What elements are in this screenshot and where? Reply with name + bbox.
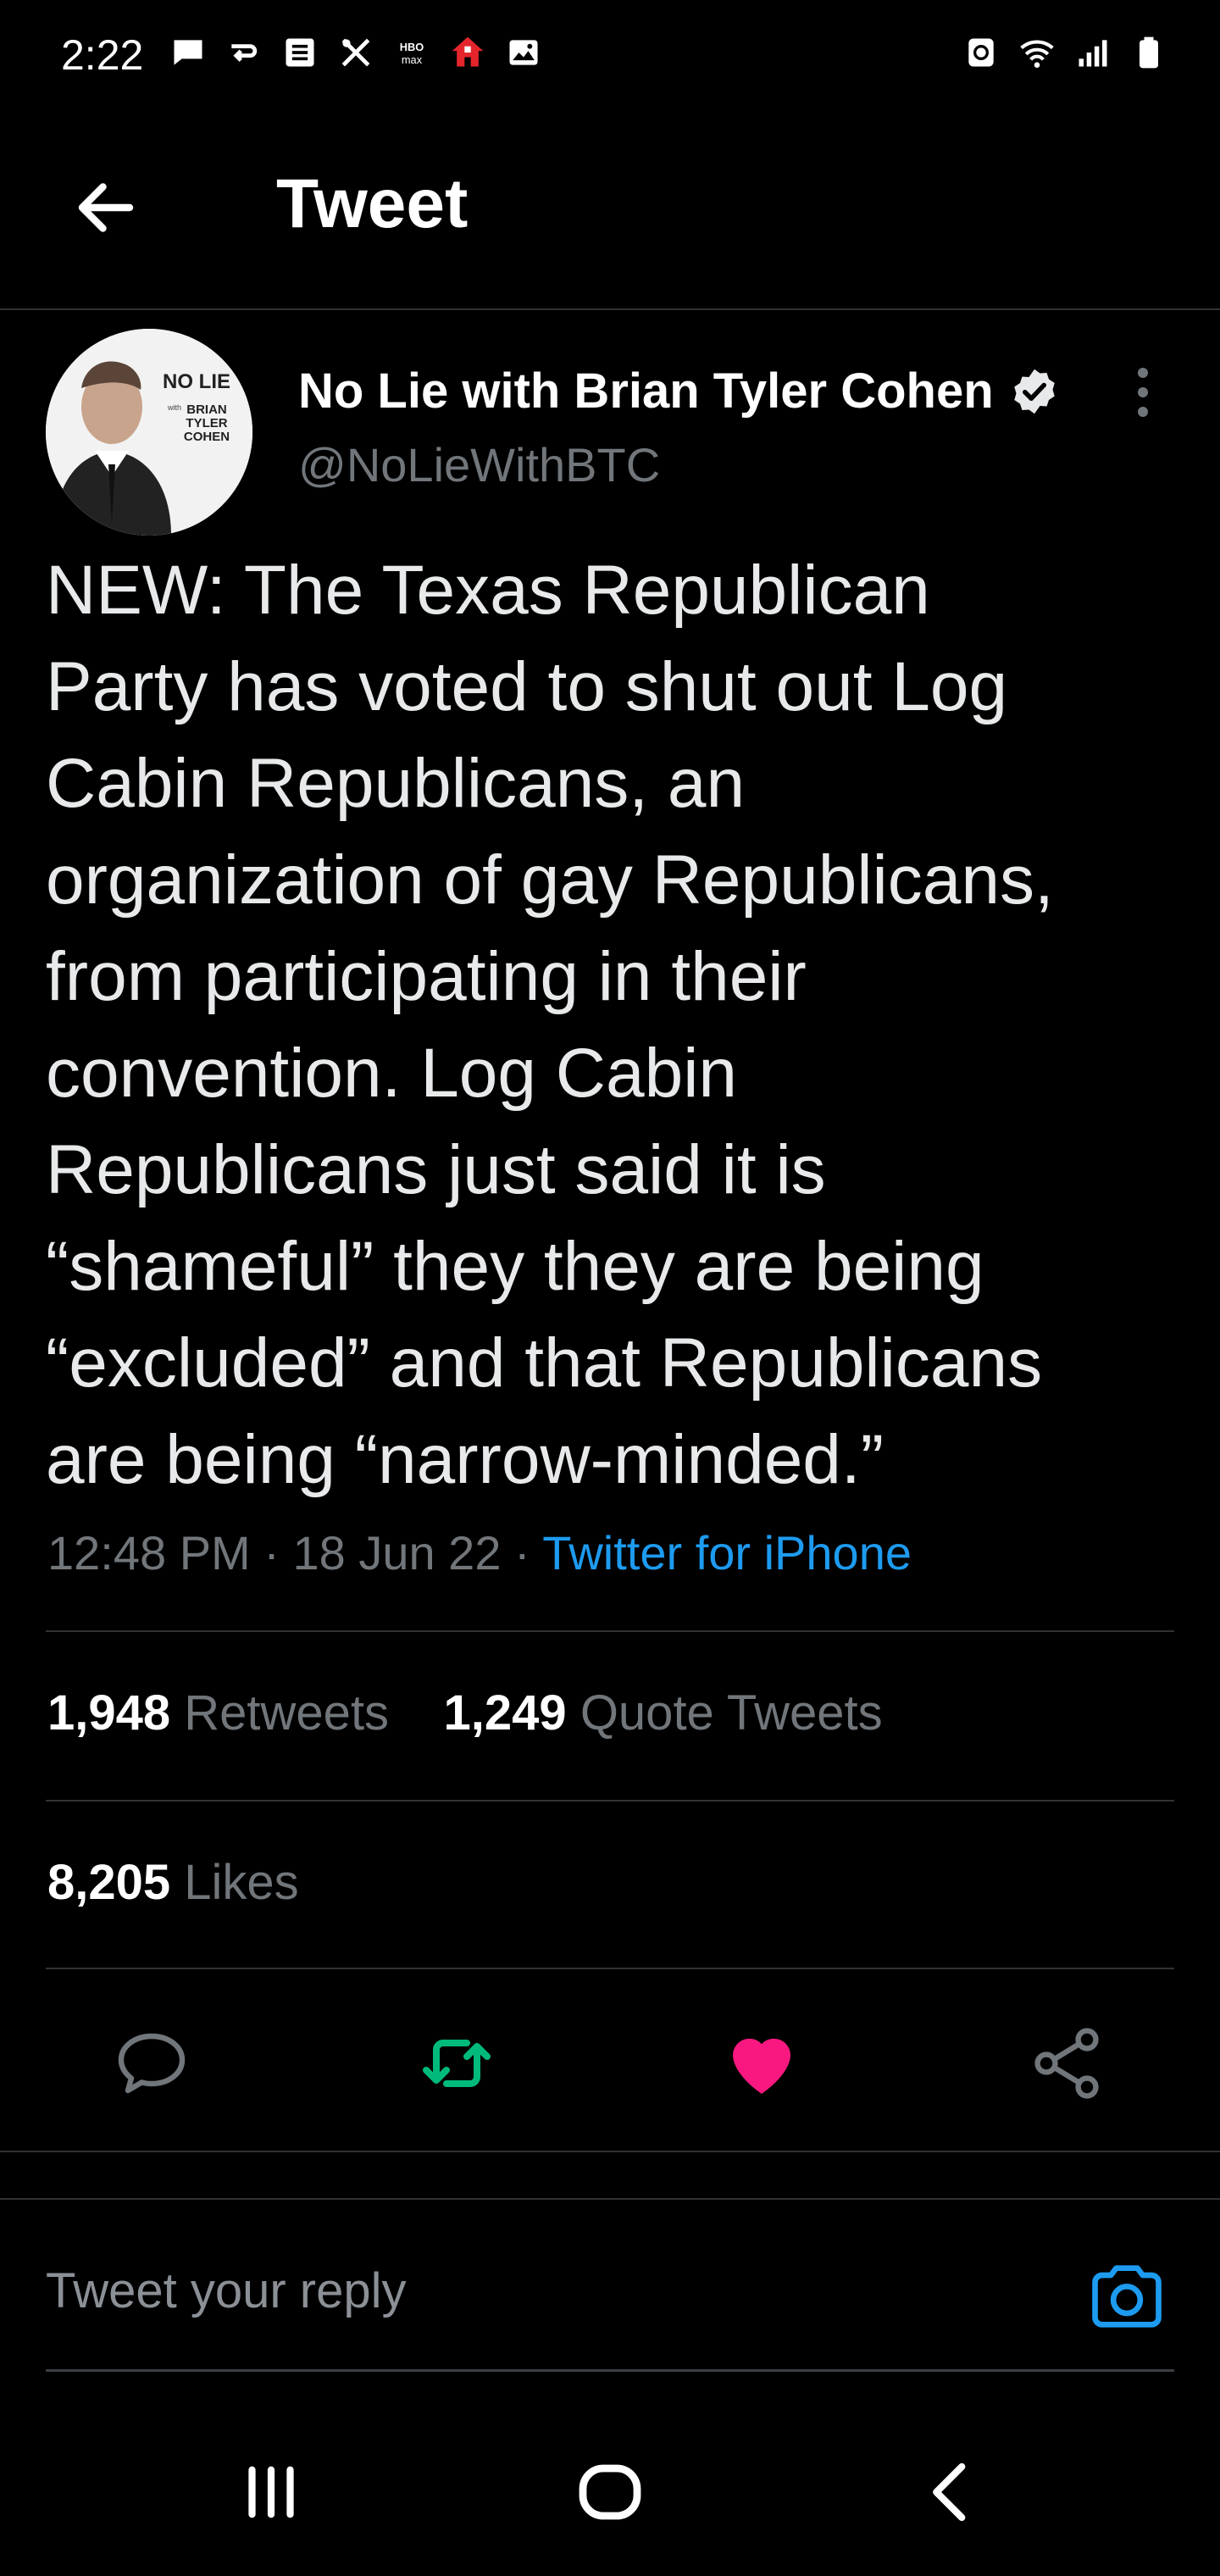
likes-count: 8,205 [47,1855,171,1910]
tweet-meta: 12:48 PM · 18 Jun 22 · Twitter for iPhon… [47,1525,912,1580]
message-icon [169,34,207,71]
stats-divider [46,1800,1174,1802]
retweet-icon [423,2040,491,2087]
top-app-bar: Tweet [0,119,1220,310]
more-dot [1138,368,1148,378]
svg-text:BRIAN: BRIAN [186,402,227,417]
home-icon [449,34,486,71]
likes-divider [46,1968,1174,1969]
home-button-icon[interactable] [559,2446,661,2539]
more-dot [1138,407,1148,417]
reply-button[interactable] [105,2017,198,2110]
tweet-source-link[interactable]: Twitter for iPhone [542,1526,912,1579]
quote-tweets-label: Quote Tweets [580,1685,883,1740]
retweet-button[interactable] [410,2017,503,2110]
page-title: Tweet [276,165,469,242]
author-handle[interactable]: @NoLieWithBTC [298,437,660,492]
tweet-actions [0,2017,1220,2110]
svg-text:COHEN: COHEN [184,430,230,444]
author-name[interactable]: No Lie with Brian Tyler Cohen [298,363,994,419]
retweet-stats: 1,948 Retweets 1,249 Quote Tweets [47,1685,883,1741]
system-navigation-bar [0,2407,1220,2576]
svg-text:HBO: HBO [400,41,424,53]
likes-stat[interactable]: 8,205 Likes [47,1854,299,1911]
heart-icon [733,2038,790,2094]
image-icon [505,34,542,71]
retweets-label: Retweets [184,1685,390,1740]
header-divider [0,308,1220,310]
comment-icon [118,2033,186,2094]
back-arrow-icon[interactable] [68,169,144,246]
camera-icon[interactable] [1084,2254,1169,2339]
svg-text:with: with [167,403,181,412]
meta-separator: · [514,1526,530,1579]
more-options-icon[interactable] [1123,363,1162,422]
battery-icon [1130,34,1167,71]
wifi-icon [1018,34,1056,71]
avatar[interactable]: NO LIE with BRIAN TYLER COHEN [46,329,252,536]
tweet-date: 18 Jun 22 [292,1526,502,1579]
status-bar: 2:22 HBO max [0,0,1220,119]
like-button[interactable] [715,2017,808,2110]
retweets-count: 1,948 [47,1685,171,1740]
reply-bar-top-border [0,2198,1220,2200]
verified-badge-icon [1013,369,1055,414]
more-dot [1138,387,1148,397]
note-icon [281,34,319,71]
svg-text:max: max [402,53,423,66]
quote-tweets-stat[interactable]: 1,249 Quote Tweets [444,1685,883,1740]
nav-back-icon[interactable] [901,2446,1003,2539]
author-name-row[interactable]: No Lie with Brian Tyler Cohen [298,363,1060,419]
share-icon [1034,2028,1099,2099]
tweet-text: NEW: The Texas Republican Party has vote… [46,552,1054,1498]
retweets-stat[interactable]: 1,948 Retweets [47,1685,389,1740]
svg-text:NO LIE: NO LIE [163,370,230,393]
tools-icon [337,34,374,71]
notification-icons: HBO max [169,34,542,71]
meta-divider [46,1630,1174,1632]
tweet-time: 12:48 PM [47,1526,251,1579]
likes-label: Likes [184,1855,299,1910]
status-time: 2:22 [61,31,144,79]
arrow-icon [225,34,263,71]
share-button[interactable] [1020,2017,1113,2110]
reply-underline [46,2369,1174,2372]
hbo-max-icon: HBO max [393,34,430,71]
reply-input[interactable]: Tweet your reply [46,2262,407,2319]
meta-separator: · [263,1526,280,1579]
system-icons [962,34,1167,71]
actions-divider [0,2151,1220,2152]
quote-tweets-count: 1,249 [443,1685,567,1740]
tweet-screen: 2:22 HBO max Tweet NO LIE with BRIAN TYL… [0,0,1220,2576]
svg-text:TYLER: TYLER [186,416,227,430]
recents-icon[interactable] [220,2446,322,2539]
recycle-icon [962,34,1000,71]
signal-icon [1074,34,1112,71]
